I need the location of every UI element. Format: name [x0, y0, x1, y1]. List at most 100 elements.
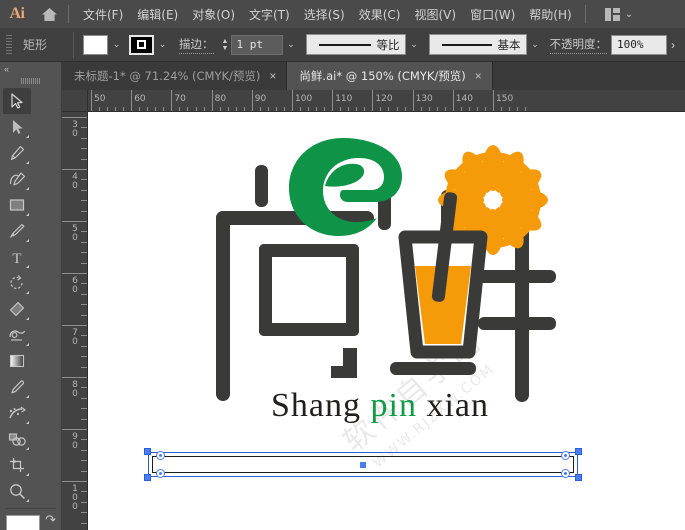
curvature-tool[interactable] — [3, 166, 31, 192]
stepper-up-icon[interactable]: ▲ — [222, 38, 229, 45]
stroke-weight-input[interactable]: 1 pt — [230, 34, 283, 55]
shangxian-logo[interactable] — [193, 122, 563, 412]
ruler-tick-major — [62, 325, 87, 326]
width-tool[interactable] — [3, 322, 31, 348]
menu-window[interactable]: 窗口(W) — [463, 2, 522, 27]
selection-handle-bottom-right[interactable] — [575, 474, 582, 481]
tagline-part3: xian — [416, 387, 489, 424]
toolbox-divider — [5, 508, 56, 509]
tool-flyout-indicator-icon — [26, 395, 29, 398]
ruler-tick-minor — [81, 148, 87, 150]
ruler-tick-minor — [81, 335, 87, 337]
selected-rectangle[interactable] — [144, 448, 582, 481]
anchor-point-top-right[interactable] — [561, 451, 570, 460]
stroke-weight-stepper[interactable]: ▲ ▼ — [220, 38, 231, 52]
selection-center-point[interactable] — [360, 461, 366, 468]
width-profile-chevron-down-icon[interactable]: ⌄ — [406, 35, 423, 55]
menu-object[interactable]: 对象(O) — [185, 2, 242, 27]
menu-view[interactable]: 视图(V) — [407, 2, 463, 27]
brush-definition-select[interactable]: 基本 — [428, 34, 527, 55]
ruler-label: 1 0 0 — [72, 484, 78, 512]
selection-handle-top-right[interactable] — [575, 448, 582, 455]
opacity-input[interactable]: 100% — [611, 34, 668, 55]
fill-color-swatch[interactable] — [83, 34, 109, 55]
fill-dropdown-chevron-down-icon[interactable]: ⌄ — [108, 35, 125, 55]
ruler-tick-major — [62, 117, 87, 118]
width-profile-value: 等比 — [376, 37, 400, 52]
stepper-down-icon[interactable]: ▼ — [222, 45, 229, 52]
tool-flyout-indicator-icon — [26, 317, 29, 320]
tool-flyout-indicator-icon — [26, 447, 29, 450]
rectangle-tool[interactable] — [3, 192, 31, 218]
stroke-color-swatch[interactable] — [129, 34, 155, 55]
ruler-label: 8 0 — [72, 380, 78, 399]
ruler-tick-major — [131, 90, 133, 111]
vertical-ruler[interactable]: 3 0 4 0 5 0 6 0 7 0 8 0 9 0 1 0 0 — [62, 112, 88, 530]
gradient-tool[interactable] — [3, 348, 31, 374]
workspace-switcher[interactable]: ⌄ — [601, 6, 637, 23]
selection-handle-bottom-left[interactable] — [144, 474, 151, 481]
fill-color-indicator[interactable] — [6, 515, 40, 530]
ruler-tick-minor — [81, 189, 87, 191]
chevron-down-icon: ⌄ — [624, 8, 634, 20]
document-tab-shangxian[interactable]: 尚鲜.ai* @ 150% (CMYK/预览) × — [287, 62, 493, 90]
toolbox-drag-grip[interactable] — [0, 76, 61, 86]
control-panel: 矩形 ⌄ ⌄ 描边： ▲ ▼ 1 pt ⌄ 等比 ⌄ 基本 ⌄ 不透明度： 10… — [0, 28, 685, 62]
eyedropper-tool[interactable] — [3, 374, 31, 400]
width-profile-select[interactable]: 等比 — [305, 34, 406, 55]
tool-flyout-indicator-icon — [26, 421, 29, 424]
ruler-tick-minor — [81, 397, 87, 399]
artboard-tool[interactable] — [3, 452, 31, 478]
brush-chevron-down-icon[interactable]: ⌄ — [527, 35, 544, 55]
logo-tagline[interactable]: Shang pin xian — [200, 387, 560, 425]
ruler-tick-minor — [81, 470, 87, 472]
menu-type[interactable]: 文字(T) — [242, 2, 297, 27]
opacity-label[interactable]: 不透明度： — [549, 36, 608, 54]
tool-flyout-indicator-icon — [26, 135, 29, 138]
menu-file[interactable]: 文件(F) — [76, 2, 130, 27]
menu-edit[interactable]: 编辑(E) — [130, 2, 185, 27]
menu-help[interactable]: 帮助(H) — [522, 2, 578, 27]
anchor-point-bottom-left[interactable] — [156, 469, 165, 478]
tool-flyout-indicator-icon — [26, 291, 29, 294]
rotate-tool[interactable] — [3, 270, 31, 296]
zoom-tool[interactable] — [3, 478, 31, 504]
artboard[interactable]: 软件自学网 WWW.RJZXW.COM Shang pin xian — [88, 112, 685, 530]
ruler-tick-major — [372, 90, 374, 111]
anchor-point-top-left[interactable] — [156, 451, 165, 460]
collapse-panel-icon[interactable]: « — [4, 64, 9, 74]
paintbrush-tool[interactable] — [3, 218, 31, 244]
anchor-point-bottom-right[interactable] — [561, 469, 570, 478]
direct-selection-tool[interactable] — [3, 114, 31, 140]
menu-effect[interactable]: 效果(C) — [352, 2, 408, 27]
menu-select[interactable]: 选择(S) — [297, 2, 352, 27]
swap-fill-stroke-icon[interactable]: ↷ — [45, 512, 56, 528]
close-icon[interactable]: × — [475, 69, 482, 83]
pen-tool[interactable] — [3, 140, 31, 166]
shape-builder-tool[interactable] — [3, 426, 31, 452]
width-profile-preview-icon — [318, 43, 371, 46]
document-tab-untitled[interactable]: 未标题-1* @ 71.24% (CMYK/预览) × — [62, 62, 288, 90]
ruler-tick-minor — [81, 491, 87, 493]
horizontal-ruler[interactable]: 50 60 70 80 90 100 110 120 130 140 150 — [88, 90, 685, 112]
close-icon[interactable]: × — [269, 69, 276, 83]
selection-handle-top-left[interactable] — [144, 448, 151, 455]
stroke-weight-label[interactable]: 描边： — [179, 36, 214, 54]
stroke-dropdown-chevron-down-icon[interactable]: ⌄ — [154, 35, 171, 55]
ruler-tick-minor — [81, 200, 87, 202]
selection-tool[interactable] — [3, 88, 31, 114]
more-options-chevron-right-icon[interactable]: › — [671, 38, 675, 52]
symbol-sprayer-tool[interactable] — [3, 400, 31, 426]
shaper-tool[interactable] — [3, 296, 31, 322]
brush-preview-icon — [441, 43, 492, 46]
panel-drag-grip[interactable] — [3, 34, 15, 56]
home-icon[interactable] — [34, 0, 64, 28]
ruler-origin-corner[interactable] — [62, 90, 88, 112]
canvas-area[interactable]: 软件自学网 WWW.RJZXW.COM Shang pin xian — [88, 112, 685, 530]
tagline-part2: pin — [370, 387, 417, 424]
stroke-weight-chevron-down-icon[interactable]: ⌄ — [283, 35, 300, 55]
ruler-label: 6 0 — [72, 276, 78, 295]
type-tool[interactable]: T — [3, 244, 31, 270]
ruler-label: 70 — [174, 94, 186, 104]
ruler-label: 130 — [415, 94, 433, 104]
